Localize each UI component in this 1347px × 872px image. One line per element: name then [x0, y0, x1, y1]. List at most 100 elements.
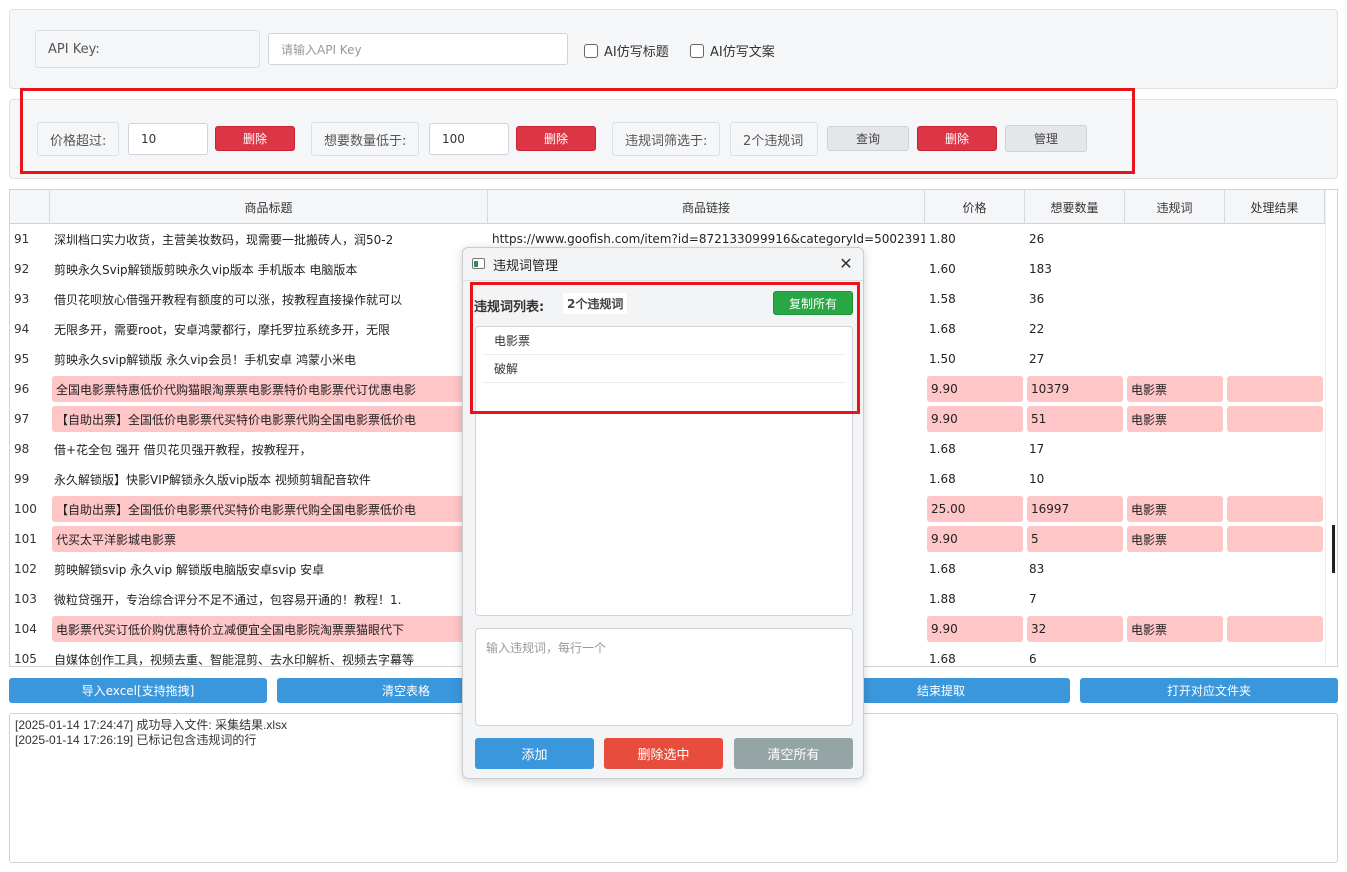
cell-want[interactable]: 51 — [1027, 406, 1123, 432]
cell-price[interactable]: 1.68 — [925, 644, 1025, 666]
column-header-title[interactable]: 商品标题 — [50, 190, 488, 224]
cell-result[interactable] — [1225, 644, 1325, 666]
cell-price[interactable]: 1.80 — [925, 224, 1025, 254]
table-scrollbar[interactable] — [1325, 190, 1337, 666]
scrollbar-thumb[interactable] — [1332, 525, 1335, 573]
cell-result[interactable] — [1227, 376, 1323, 402]
cell-result[interactable] — [1227, 406, 1323, 432]
cell-violation[interactable] — [1125, 434, 1225, 464]
cell-result[interactable] — [1225, 554, 1325, 584]
import-excel-button[interactable]: 导入excel[支持拖拽] — [9, 678, 267, 703]
cell-title[interactable]: 自媒体创作工具，视频去重、智能混剪、去水印解析、视频去字幕等 — [50, 644, 488, 667]
cell-want[interactable]: 27 — [1025, 344, 1125, 374]
cell-title[interactable]: 剪映永久Svip解锁版剪映永久vip版本 手机版本 电脑版本 — [50, 254, 488, 284]
column-header-result[interactable]: 处理结果 — [1225, 190, 1325, 224]
cell-violation[interactable]: 电影票 — [1127, 406, 1223, 432]
word-input[interactable]: 输入违规词，每行一个 — [475, 628, 853, 726]
checkbox-box[interactable] — [690, 43, 704, 58]
cell-title[interactable]: 代买太平洋影城电影票 — [52, 526, 486, 552]
row-number-header — [10, 190, 50, 224]
cell-title[interactable]: 借贝花呗放心借强开教程有额度的可以涨，按教程直接操作就可以 — [50, 284, 488, 314]
cell-want[interactable]: 10 — [1025, 464, 1125, 494]
checkbox-box[interactable] — [584, 43, 598, 58]
cell-price[interactable]: 1.68 — [925, 434, 1025, 464]
cell-want[interactable]: 16997 — [1027, 496, 1123, 522]
cell-want[interactable]: 5 — [1027, 526, 1123, 552]
cell-price[interactable]: 1.68 — [925, 464, 1025, 494]
cell-want[interactable]: 6 — [1025, 644, 1125, 666]
ai-title-checkbox[interactable]: AI仿写标题 — [584, 41, 669, 60]
cell-price[interactable]: 1.68 — [925, 314, 1025, 344]
cell-want[interactable]: 10379 — [1027, 376, 1123, 402]
row-number: 95 — [14, 352, 30, 366]
cell-result[interactable] — [1225, 224, 1325, 254]
cell-price[interactable]: 9.90 — [927, 376, 1023, 402]
cell-violation[interactable] — [1125, 344, 1225, 374]
cell-price[interactable]: 1.88 — [925, 584, 1025, 614]
cell-result[interactable] — [1227, 526, 1323, 552]
cell-price[interactable]: 1.60 — [925, 254, 1025, 284]
cell-price[interactable]: 1.68 — [925, 554, 1025, 584]
word-input-placeholder: 输入违规词，每行一个 — [486, 641, 607, 655]
cell-title[interactable]: 无限多开，需要root，安卓鸿蒙都行，摩托罗拉系统多开，无限 — [50, 314, 488, 344]
ai-copy-checkbox[interactable]: AI仿写文案 — [690, 41, 775, 60]
cell-want[interactable]: 17 — [1025, 434, 1125, 464]
cell-violation[interactable] — [1125, 584, 1225, 614]
cell-title[interactable]: 借+花全包 强开 借贝花贝强开教程，按教程开， — [50, 434, 488, 464]
cell-violation[interactable] — [1125, 284, 1225, 314]
api-key-input[interactable]: 请输入API Key — [268, 33, 568, 65]
column-header-want[interactable]: 想要数量 — [1025, 190, 1125, 224]
cell-result[interactable] — [1225, 584, 1325, 614]
cell-want[interactable]: 36 — [1025, 284, 1125, 314]
cell-violation[interactable] — [1125, 644, 1225, 666]
cell-result[interactable] — [1227, 616, 1323, 642]
column-header-violation[interactable]: 违规词 — [1125, 190, 1225, 224]
cell-want[interactable]: 83 — [1025, 554, 1125, 584]
cell-want[interactable]: 183 — [1025, 254, 1125, 284]
cell-title[interactable]: 【自助出票】全国低价电影票代买特价电影票代购全国电影票低价电 — [52, 406, 486, 432]
cell-title[interactable]: 【自助出票】全国低价电影票代买特价电影票代购全国电影票低价电 — [52, 496, 486, 522]
cell-price[interactable]: 1.58 — [925, 284, 1025, 314]
cell-title[interactable]: 剪映永久svip解锁版 永久vip会员！手机安卓 鸿蒙小米电 — [50, 344, 488, 374]
cell-title[interactable]: 剪映解锁svip 永久vip 解锁版电脑版安卓svip 安卓 — [50, 554, 488, 584]
close-icon[interactable]: ✕ — [837, 254, 855, 273]
cell-title[interactable]: 深圳档口实力收货，主营美妆数码，现需要一批搬砖人，润50-2 — [50, 224, 488, 254]
cell-want[interactable]: 7 — [1025, 584, 1125, 614]
cell-result[interactable] — [1225, 434, 1325, 464]
cell-violation[interactable] — [1125, 314, 1225, 344]
cell-violation[interactable]: 电影票 — [1127, 376, 1223, 402]
cell-title[interactable]: 永久解锁版】快影VIP解锁永久版vip版本 视频剪辑配音软件 — [50, 464, 488, 494]
cell-violation[interactable]: 电影票 — [1127, 616, 1223, 642]
cell-violation[interactable] — [1125, 254, 1225, 284]
cell-violation[interactable] — [1125, 224, 1225, 254]
cell-result[interactable] — [1225, 314, 1325, 344]
delete-selected-button[interactable]: 删除选中 — [604, 738, 723, 769]
cell-result[interactable] — [1225, 344, 1325, 374]
cell-result[interactable] — [1225, 254, 1325, 284]
row-number: 104 — [14, 622, 37, 636]
column-header-price[interactable]: 价格 — [925, 190, 1025, 224]
cell-want[interactable]: 26 — [1025, 224, 1125, 254]
row-number: 93 — [14, 292, 30, 306]
open-folder-button[interactable]: 打开对应文件夹 — [1080, 678, 1338, 703]
cell-title[interactable]: 电影票代买订低价购优惠特价立减便宜全国电影院淘票票猫眼代下 — [52, 616, 486, 642]
cell-want[interactable]: 22 — [1025, 314, 1125, 344]
cell-violation[interactable] — [1125, 554, 1225, 584]
cell-price[interactable]: 1.50 — [925, 344, 1025, 374]
cell-price[interactable]: 9.90 — [927, 526, 1023, 552]
add-button[interactable]: 添加 — [475, 738, 594, 769]
cell-result[interactable] — [1227, 496, 1323, 522]
cell-want[interactable]: 32 — [1027, 616, 1123, 642]
cell-price[interactable]: 25.00 — [927, 496, 1023, 522]
cell-result[interactable] — [1225, 464, 1325, 494]
cell-title[interactable]: 微粒贷强开，专治综合评分不足不通过，包容易开通的！教程！1. — [50, 584, 488, 614]
cell-price[interactable]: 9.90 — [927, 616, 1023, 642]
cell-violation[interactable] — [1125, 464, 1225, 494]
cell-price[interactable]: 9.90 — [927, 406, 1023, 432]
cell-violation[interactable]: 电影票 — [1127, 496, 1223, 522]
clear-all-button[interactable]: 清空所有 — [734, 738, 853, 769]
cell-violation[interactable]: 电影票 — [1127, 526, 1223, 552]
cell-title[interactable]: 全国电影票特惠低价代购猫眼淘票票电影票特价电影票代订优惠电影 — [52, 376, 486, 402]
column-header-link[interactable]: 商品链接 — [488, 190, 925, 224]
cell-result[interactable] — [1225, 284, 1325, 314]
